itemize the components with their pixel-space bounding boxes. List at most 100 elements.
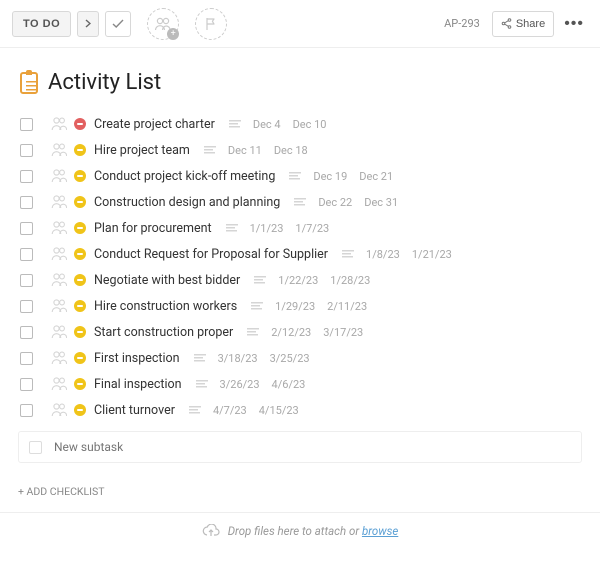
status-dot[interactable] — [74, 352, 86, 364]
task-title[interactable]: Conduct project kick-off meeting — [94, 169, 275, 184]
task-start-date[interactable]: 4/7/23 — [213, 404, 247, 417]
set-priority-button[interactable] — [195, 8, 227, 40]
assignee-icon[interactable] — [51, 142, 67, 158]
task-row[interactable]: Client turnover 4/7/23 4/15/23 — [18, 397, 582, 423]
task-start-date[interactable]: Dec 22 — [318, 196, 352, 209]
page-title[interactable]: Activity List — [48, 70, 161, 95]
task-title[interactable]: Hire construction workers — [94, 299, 237, 314]
task-title[interactable]: Start construction proper — [94, 325, 233, 340]
task-end-date[interactable]: Dec 31 — [364, 196, 398, 209]
status-dot[interactable] — [74, 222, 86, 234]
status-dot[interactable] — [74, 144, 86, 156]
task-title[interactable]: Negotiate with best bidder — [94, 273, 240, 288]
task-row[interactable]: Hire project team Dec 11 Dec 18 — [18, 137, 582, 163]
task-title[interactable]: Conduct Request for Proposal for Supplie… — [94, 247, 328, 262]
task-checkbox[interactable] — [20, 144, 33, 157]
task-row[interactable]: First inspection 3/18/23 3/25/23 — [18, 345, 582, 371]
status-button[interactable]: TO DO — [12, 11, 71, 37]
task-end-date[interactable]: 1/21/23 — [412, 248, 452, 261]
task-checkbox[interactable] — [20, 352, 33, 365]
task-row[interactable]: Start construction proper 2/12/23 3/17/23 — [18, 319, 582, 345]
new-subtask-checkbox[interactable] — [29, 441, 42, 454]
assignee-icon[interactable] — [51, 324, 67, 340]
browse-link[interactable]: browse — [362, 524, 398, 538]
task-title[interactable]: Hire project team — [94, 143, 190, 158]
task-title[interactable]: Construction design and planning — [94, 195, 280, 210]
assignee-icon[interactable] — [51, 246, 67, 262]
task-end-date[interactable]: 4/6/23 — [272, 378, 306, 391]
status-dot[interactable] — [74, 300, 86, 312]
status-dot[interactable] — [74, 274, 86, 286]
assignee-icon[interactable] — [51, 220, 67, 236]
assignee-icon[interactable] — [51, 272, 67, 288]
assignee-icon[interactable] — [51, 350, 67, 366]
task-row[interactable]: Create project charter Dec 4 Dec 10 — [18, 111, 582, 137]
assignee-icon[interactable] — [51, 376, 67, 392]
task-checkbox[interactable] — [20, 118, 33, 131]
task-row[interactable]: Conduct Request for Proposal for Supplie… — [18, 241, 582, 267]
task-end-date[interactable]: Dec 18 — [274, 144, 308, 157]
task-title[interactable]: Plan for procurement — [94, 221, 212, 236]
task-start-date[interactable]: Dec 4 — [253, 118, 281, 131]
task-title[interactable]: First inspection — [94, 351, 180, 366]
mark-complete-button[interactable] — [105, 11, 131, 37]
plus-badge-icon: + — [167, 28, 179, 40]
header-bar: TO DO + AP-293 Share ••• — [0, 0, 600, 48]
task-end-date[interactable]: 3/17/23 — [323, 326, 363, 339]
task-start-date[interactable]: 2/12/23 — [271, 326, 311, 339]
task-start-date[interactable]: Dec 19 — [313, 170, 347, 183]
status-next-button[interactable] — [77, 11, 99, 37]
status-dot[interactable] — [74, 170, 86, 182]
status-dot[interactable] — [74, 248, 86, 260]
status-dot[interactable] — [74, 118, 86, 130]
task-checkbox[interactable] — [20, 170, 33, 183]
new-subtask-row[interactable] — [18, 431, 582, 463]
assignee-icon[interactable] — [51, 194, 67, 210]
assignee-icon[interactable] — [51, 116, 67, 132]
task-checkbox[interactable] — [20, 326, 33, 339]
task-row[interactable]: Hire construction workers 1/29/23 2/11/23 — [18, 293, 582, 319]
task-end-date[interactable]: Dec 10 — [293, 118, 327, 131]
task-start-date[interactable]: 1/22/23 — [278, 274, 318, 287]
task-checkbox[interactable] — [20, 274, 33, 287]
status-dot[interactable] — [74, 404, 86, 416]
task-start-date[interactable]: Dec 11 — [228, 144, 262, 157]
task-start-date[interactable]: 1/29/23 — [275, 300, 315, 313]
add-assignee-button[interactable]: + — [147, 8, 179, 40]
task-row[interactable]: Negotiate with best bidder 1/22/23 1/28/23 — [18, 267, 582, 293]
task-title[interactable]: Create project charter — [94, 117, 215, 132]
status-dot[interactable] — [74, 196, 86, 208]
task-start-date[interactable]: 1/1/23 — [250, 222, 284, 235]
task-start-date[interactable]: 3/26/23 — [220, 378, 260, 391]
task-end-date[interactable]: 4/15/23 — [259, 404, 299, 417]
assignee-icon[interactable] — [51, 298, 67, 314]
task-title[interactable]: Final inspection — [94, 377, 182, 392]
status-dot[interactable] — [74, 326, 86, 338]
task-title[interactable]: Client turnover — [94, 403, 175, 418]
task-checkbox[interactable] — [20, 222, 33, 235]
task-row[interactable]: Plan for procurement 1/1/23 1/7/23 — [18, 215, 582, 241]
task-end-date[interactable]: 1/7/23 — [295, 222, 329, 235]
task-row[interactable]: Final inspection 3/26/23 4/6/23 — [18, 371, 582, 397]
task-end-date[interactable]: Dec 21 — [359, 170, 393, 183]
new-subtask-input[interactable] — [52, 439, 571, 455]
task-checkbox[interactable] — [20, 300, 33, 313]
attachment-dropzone[interactable]: Drop files here to attach or browse — [0, 513, 600, 549]
task-checkbox[interactable] — [20, 196, 33, 209]
share-button[interactable]: Share — [492, 11, 554, 37]
task-end-date[interactable]: 3/25/23 — [270, 352, 310, 365]
assignee-icon[interactable] — [51, 402, 67, 418]
task-checkbox[interactable] — [20, 378, 33, 391]
task-end-date[interactable]: 1/28/23 — [330, 274, 370, 287]
assignee-icon[interactable] — [51, 168, 67, 184]
task-checkbox[interactable] — [20, 404, 33, 417]
status-dot[interactable] — [74, 378, 86, 390]
add-checklist-button[interactable]: + ADD CHECKLIST — [0, 463, 600, 506]
task-end-date[interactable]: 2/11/23 — [327, 300, 367, 313]
task-checkbox[interactable] — [20, 248, 33, 261]
more-menu-button[interactable]: ••• — [560, 15, 588, 33]
task-start-date[interactable]: 1/8/23 — [366, 248, 400, 261]
task-row[interactable]: Construction design and planning Dec 22 De… — [18, 189, 582, 215]
task-start-date[interactable]: 3/18/23 — [218, 352, 258, 365]
task-row[interactable]: Conduct project kick-off meeting Dec 19 De… — [18, 163, 582, 189]
